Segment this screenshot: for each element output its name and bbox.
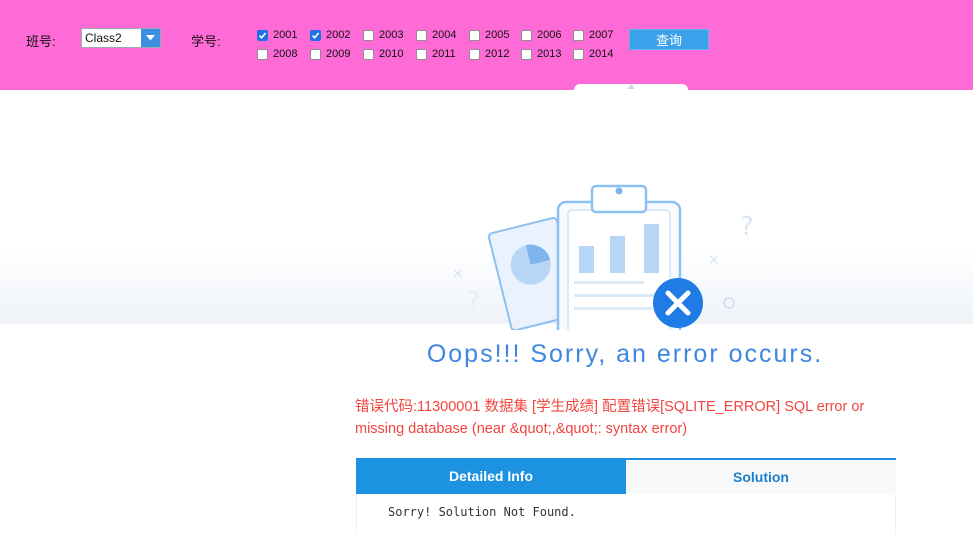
student-id-checkbox-2003[interactable]: 2003 (363, 29, 403, 41)
error-message: 错误代码:11300001 数据集 [学生成绩] 配置错误[SQLITE_ERR… (355, 399, 865, 437)
chevron-up-icon[interactable] (627, 84, 635, 89)
student-id-text: 2008 (273, 48, 298, 60)
info-tabs: Detailed Info Solution (356, 458, 896, 494)
checkbox-unchecked-icon[interactable] (521, 48, 532, 60)
error-title: Oops!!! Sorry, an error occurs. (426, 340, 824, 368)
student-id-text: 2007 (589, 29, 614, 41)
class-label: 班号: (26, 34, 56, 49)
tab-panel: Sorry! Solution Not Found. (356, 494, 896, 534)
student-id-text: 2012 (485, 48, 510, 60)
student-id-checkbox-2001[interactable]: 2001 (257, 29, 297, 41)
checkbox-unchecked-icon[interactable] (573, 29, 584, 41)
student-id-checkbox-2014[interactable]: 2014 (573, 48, 613, 60)
tab-detailed-info[interactable]: Detailed Info (356, 458, 626, 494)
clipboard-error-icon: ? ? × × (440, 180, 770, 344)
student-id-checkbox-2002[interactable]: 2002 (310, 29, 350, 41)
checkbox-unchecked-icon[interactable] (469, 48, 480, 60)
student-id-checkbox-2010[interactable]: 2010 (363, 48, 403, 60)
student-id-checkbox-2006[interactable]: 2006 (521, 29, 561, 41)
chevron-down-icon[interactable] (141, 29, 160, 47)
checkbox-unchecked-icon[interactable] (416, 48, 427, 60)
student-id-checkbox-2011[interactable]: 2011 (416, 48, 456, 60)
tab-solution[interactable]: Solution (626, 458, 896, 494)
student-id-text: 2001 (273, 29, 298, 41)
student-id-checkbox-2007[interactable]: 2007 (573, 29, 613, 41)
panel-message: Sorry! Solution Not Found. (388, 505, 576, 519)
svg-text:?: ? (740, 212, 754, 242)
filter-toolbar: 班号: Class2 学号: 2001 2002 2003 2004 2005 2006 2… (0, 0, 973, 90)
checkbox-unchecked-icon[interactable] (257, 48, 268, 60)
checkbox-unchecked-icon[interactable] (573, 48, 584, 60)
student-id-text: 2013 (537, 48, 562, 60)
student-id-checkbox-2012[interactable]: 2012 (469, 48, 509, 60)
checkbox-unchecked-icon[interactable] (469, 29, 480, 41)
student-id-checkbox-2008[interactable]: 2008 (257, 48, 297, 60)
student-id-checkbox-2013[interactable]: 2013 (521, 48, 561, 60)
student-id-text: 2003 (379, 29, 404, 41)
student-id-text: 2011 (432, 48, 456, 60)
student-id-text: 2002 (326, 29, 351, 41)
student-id-text: 2004 (432, 29, 457, 41)
student-id-text: 2014 (589, 48, 614, 60)
student-id-checkbox-2004[interactable]: 2004 (416, 29, 456, 41)
student-id-checkbox-2009[interactable]: 2009 (310, 48, 350, 60)
svg-text:×: × (452, 266, 464, 282)
checkbox-unchecked-icon[interactable] (416, 29, 427, 41)
checkbox-unchecked-icon[interactable] (521, 29, 532, 41)
checkbox-checked-icon[interactable] (310, 29, 321, 41)
student-id-checkbox-2005[interactable]: 2005 (469, 29, 509, 41)
student-id-text: 2009 (326, 48, 351, 60)
student-id-label: 学号: (191, 34, 221, 49)
svg-text:×: × (708, 252, 720, 268)
checkbox-unchecked-icon[interactable] (363, 48, 374, 60)
class-select-value: Class2 (85, 31, 122, 45)
svg-text:?: ? (468, 289, 480, 314)
student-id-text: 2005 (485, 29, 510, 41)
checkbox-unchecked-icon[interactable] (363, 29, 374, 41)
checkbox-unchecked-icon[interactable] (310, 48, 321, 60)
checkbox-checked-icon[interactable] (257, 29, 268, 41)
class-select[interactable]: Class2 (81, 28, 161, 48)
student-id-text: 2006 (537, 29, 562, 41)
query-button[interactable]: 查询 (629, 29, 709, 50)
student-id-text: 2010 (379, 48, 404, 60)
